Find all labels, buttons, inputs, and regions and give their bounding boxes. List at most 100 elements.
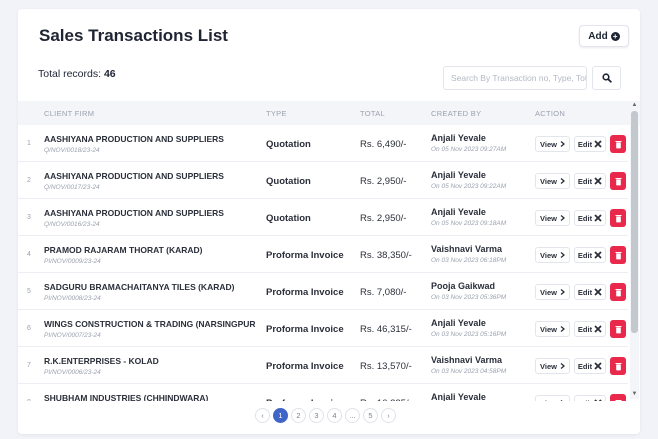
edit-button-label: Edit — [577, 287, 593, 297]
transaction-number: Q/NOV/0017/23-24 — [44, 184, 100, 191]
edit-button-label: Edit — [577, 324, 593, 334]
trash-icon — [615, 177, 621, 185]
header-client-firm: CLIENT FIRM — [44, 109, 95, 118]
header-created-by: CREATED BY — [431, 109, 482, 118]
view-button[interactable]: View — [535, 284, 570, 300]
table-row: 8 SHUBHAM INDUSTRIES (CHHINDWARA) Proforma… — [18, 384, 628, 401]
sales-transactions-card: Sales Transactions List Add + Total reco… — [18, 9, 640, 434]
edit-button[interactable]: Edit — [574, 247, 606, 263]
tools-icon — [594, 288, 602, 296]
scroll-down-arrow-icon[interactable]: ▼ — [630, 390, 639, 399]
pagination-page-3[interactable]: 3 — [309, 407, 324, 423]
transaction-total: Rs. 7,080/- — [360, 287, 407, 298]
delete-button[interactable] — [610, 172, 626, 190]
row-index: 3 — [27, 214, 31, 221]
view-button[interactable]: View — [535, 321, 570, 337]
delete-button[interactable] — [610, 357, 626, 375]
row-index: 2 — [27, 177, 31, 184]
transactions-table-body: 1 AASHIYANA PRODUCTION AND SUPPLIERS Q/NOV… — [18, 125, 628, 401]
edit-button[interactable]: Edit — [574, 284, 606, 300]
delete-button[interactable] — [610, 209, 626, 227]
view-button[interactable]: View — [535, 247, 570, 263]
view-button[interactable]: View — [535, 136, 570, 152]
row-index: 5 — [27, 288, 31, 295]
created-by-name: Anjali Yevale — [431, 392, 486, 401]
transaction-total: Rs. 13,570/- — [360, 361, 412, 372]
trash-icon — [615, 214, 621, 222]
plus-icon: + — [610, 31, 620, 41]
pagination-page-4[interactable]: 4 — [327, 407, 342, 423]
view-button-label: View — [540, 176, 557, 186]
delete-button[interactable] — [610, 283, 626, 301]
header-action: ACTION — [535, 109, 566, 118]
add-button-label: Add — [588, 30, 608, 42]
transaction-type: Proforma Invoice — [266, 287, 344, 298]
pagination-page-1[interactable]: 1 — [273, 407, 288, 423]
tools-icon — [594, 325, 602, 333]
trash-icon — [615, 140, 621, 148]
total-records: Total records: 46 — [38, 68, 116, 80]
edit-button[interactable]: Edit — [574, 395, 606, 401]
transaction-number: PI/NOV/0008/23-24 — [44, 295, 101, 302]
delete-button[interactable] — [610, 394, 626, 401]
scrollbar-thumb[interactable] — [631, 111, 638, 333]
pagination-ellipsis[interactable]: ... — [345, 407, 360, 423]
created-by-name: Anjali Yevale — [431, 318, 486, 328]
pagination-page-5[interactable]: 5 — [363, 407, 378, 423]
delete-button[interactable] — [610, 320, 626, 338]
edit-button-label: Edit — [578, 399, 592, 402]
client-firm-name: AASHIYANA PRODUCTION AND SUPPLIERS — [44, 134, 224, 144]
chevron-right-icon — [560, 178, 565, 184]
edit-button[interactable]: Edit — [574, 321, 606, 337]
trash-icon — [615, 399, 621, 401]
total-records-label: Total records: — [38, 68, 102, 80]
trash-icon — [615, 362, 621, 370]
table-row: 6 WINGS CONSTRUCTION & TRADING (NARSINGPU… — [18, 310, 628, 347]
view-button[interactable]: View — [535, 395, 570, 401]
transaction-type: Proforma Invoice — [266, 361, 344, 372]
transaction-type: Quotation — [266, 139, 311, 150]
view-button[interactable]: View — [535, 210, 570, 226]
created-on-date: On 05 Nov 2023 09:22AM — [431, 183, 507, 190]
scroll-up-arrow-icon[interactable]: ▲ — [630, 101, 639, 110]
edit-button[interactable]: Edit — [574, 358, 606, 374]
created-by-name: Vaishnavi Varma — [431, 244, 503, 254]
created-by-name: Anjali Yevale — [431, 207, 486, 217]
trash-icon — [615, 251, 621, 259]
pagination-next-icon[interactable]: › — [381, 407, 396, 423]
edit-button-label: Edit — [577, 139, 593, 149]
transaction-total: Rs. 46,315/- — [360, 324, 412, 335]
transaction-type: Proforma Invoice — [266, 250, 344, 261]
transaction-total: Rs. 6,490/- — [360, 139, 407, 150]
search-button[interactable] — [592, 66, 621, 90]
edit-button-label: Edit — [577, 250, 593, 260]
view-button[interactable]: View — [535, 358, 570, 374]
view-button[interactable]: View — [535, 173, 570, 189]
tools-icon — [594, 251, 602, 259]
transaction-number: PI/NOV/0006/23-24 — [44, 369, 101, 376]
created-on-date: On 03 Nov 2023 05:36PM — [431, 294, 507, 301]
edit-button[interactable]: Edit — [574, 173, 606, 189]
created-by-name: Anjali Yevale — [431, 170, 486, 180]
transaction-total: Rs. 2,950/- — [360, 176, 407, 187]
search-input[interactable]: Search By Transaction no, Type, Total... — [443, 66, 587, 90]
edit-button-label: Edit — [577, 361, 593, 371]
delete-button[interactable] — [610, 135, 626, 153]
edit-button-label: Edit — [577, 176, 593, 186]
chevron-right-icon — [560, 289, 565, 295]
transaction-number: PI/NOV/0009/23-24 — [44, 258, 101, 265]
pagination-prev-icon[interactable]: ‹ — [255, 407, 270, 423]
pagination-page-2[interactable]: 2 — [291, 407, 306, 423]
view-button-label: View — [540, 287, 557, 297]
view-button-label: View — [540, 139, 557, 149]
transaction-total: Rs. 2,950/- — [360, 213, 407, 224]
table-header: CLIENT FIRM TYPE TOTAL CREATED BY ACTION — [18, 101, 640, 125]
edit-button[interactable]: Edit — [574, 136, 606, 152]
table-row: 5 SADGURU BRAMACHAITANYA TILES (KARAD) PI/… — [18, 273, 628, 310]
delete-button[interactable] — [610, 246, 626, 264]
table-scrollbar[interactable]: ▲ ▼ — [630, 101, 639, 399]
created-by-name: Pooja Gaikwad — [431, 281, 496, 291]
chevron-right-icon — [560, 400, 563, 401]
edit-button[interactable]: Edit — [574, 210, 606, 226]
add-button[interactable]: Add + — [579, 25, 629, 47]
